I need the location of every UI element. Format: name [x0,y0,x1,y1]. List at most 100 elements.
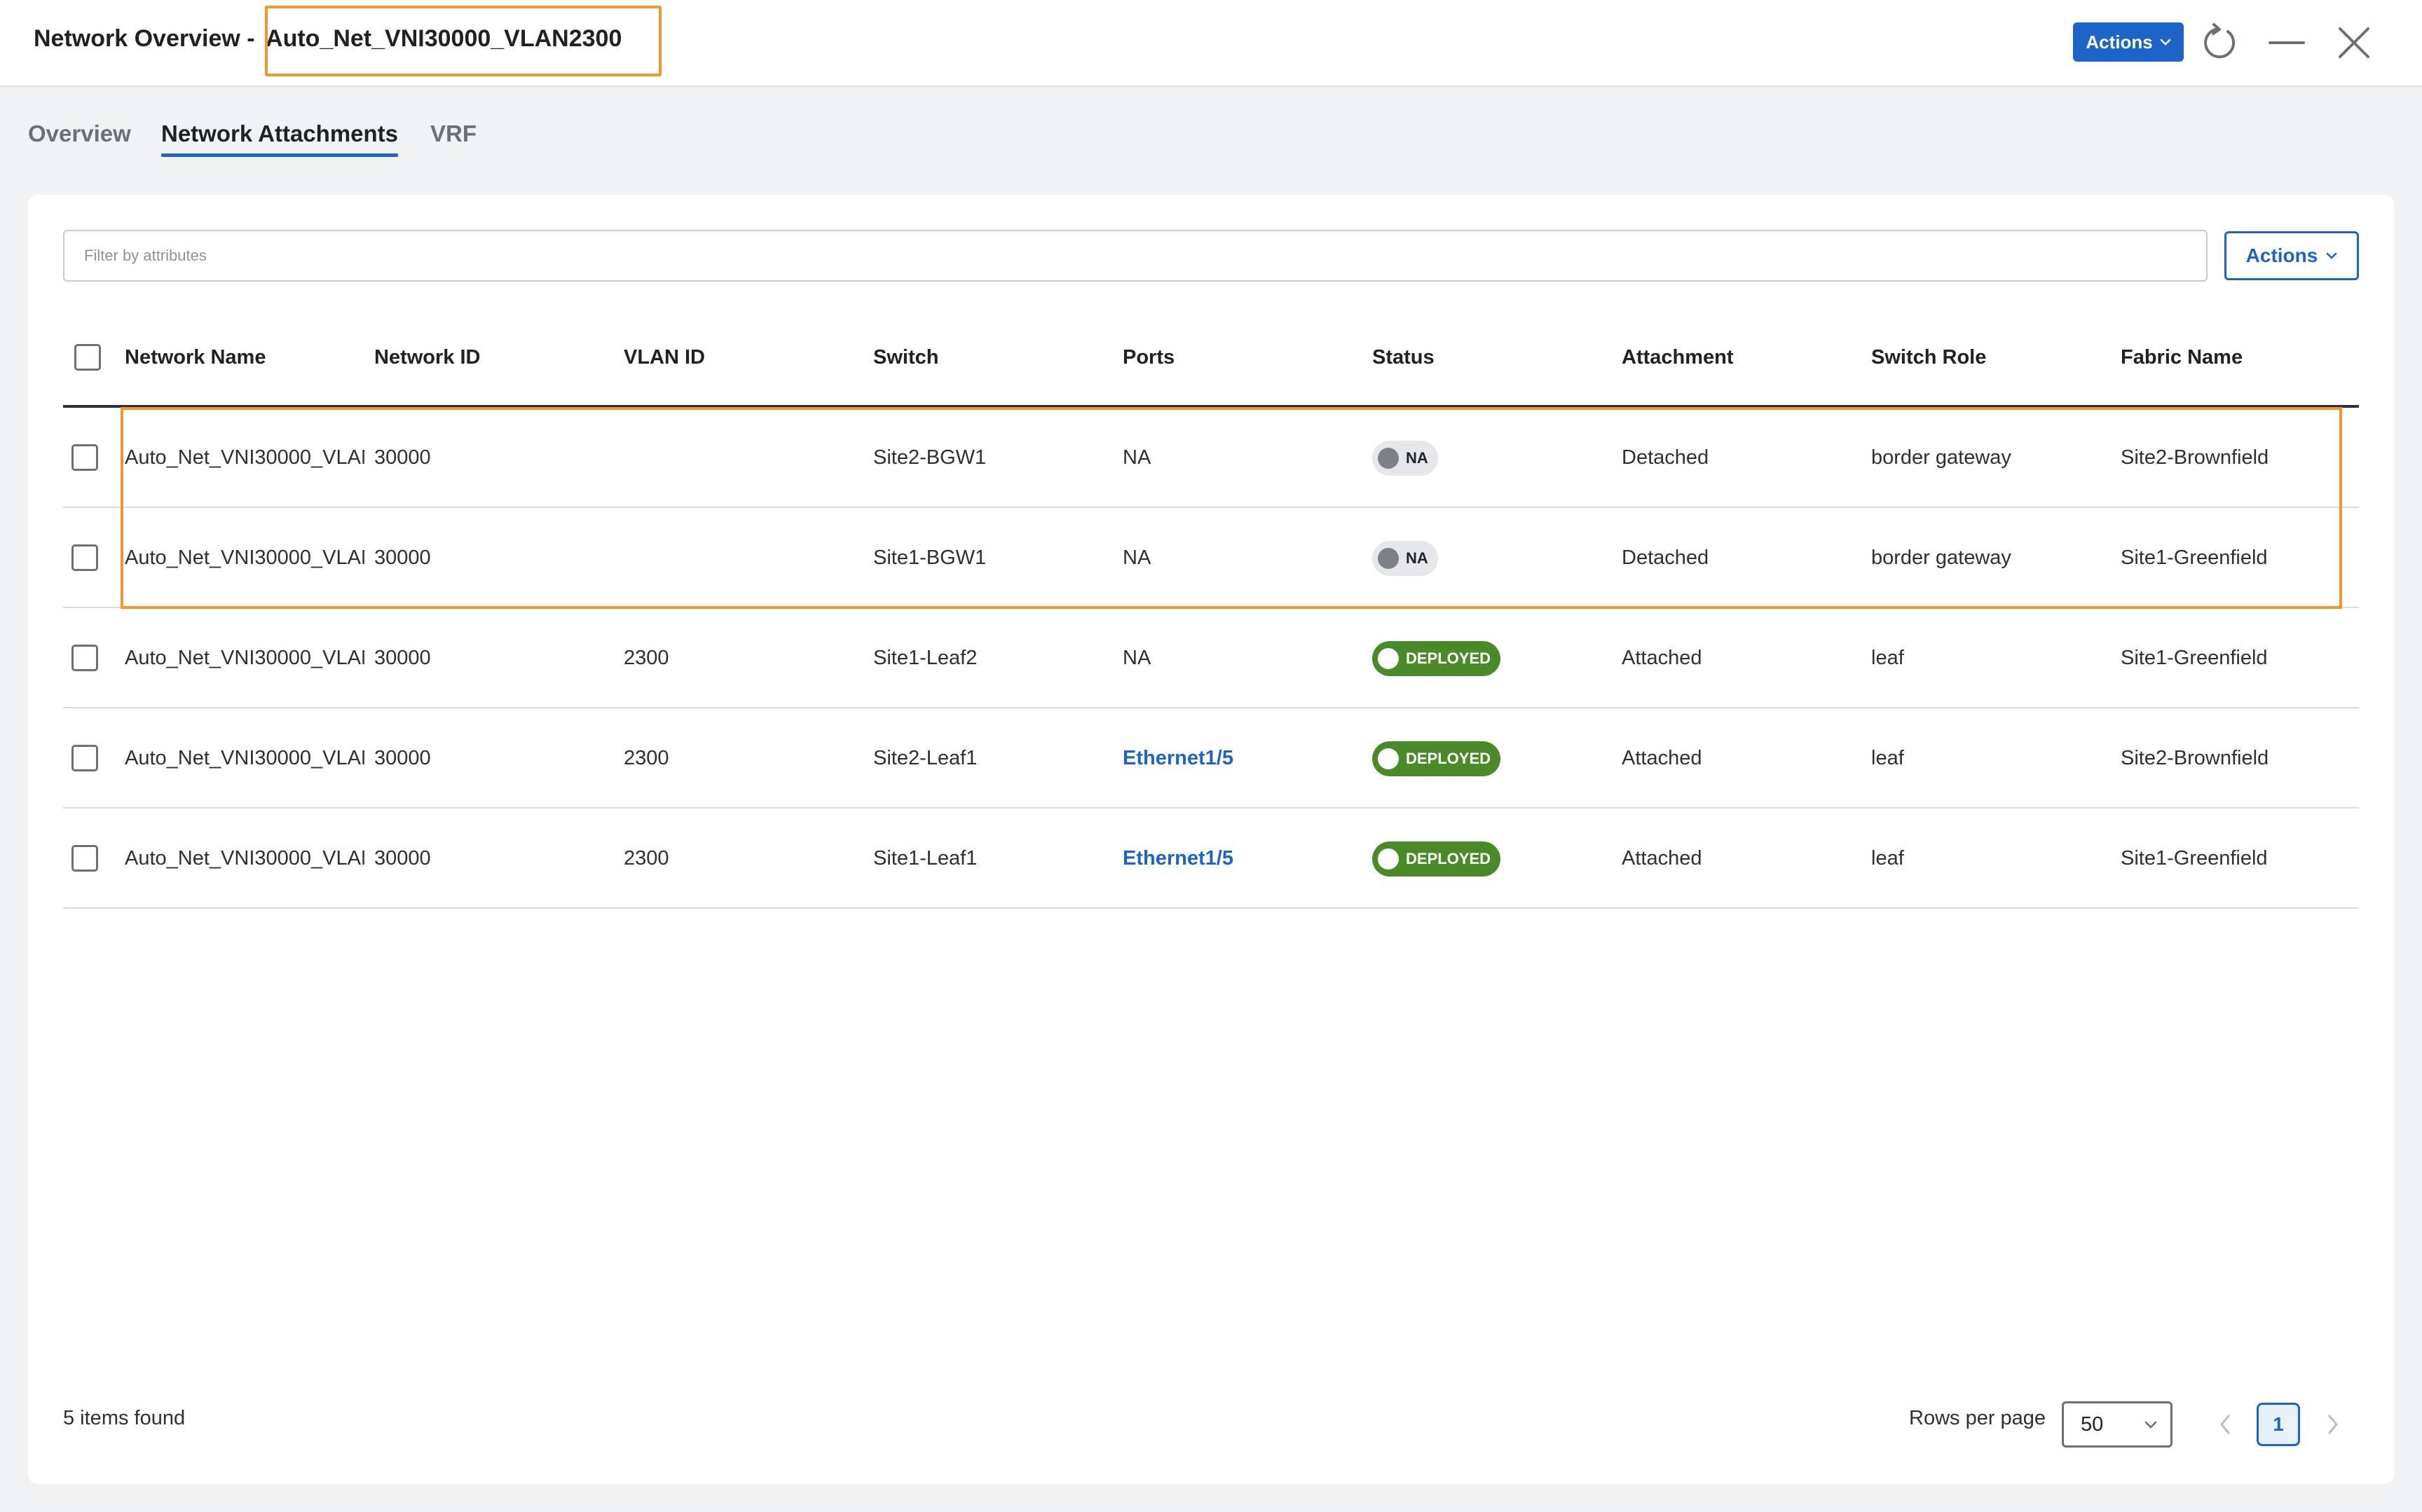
ports-link[interactable]: Ethernet1/5 [1123,708,1233,809]
status-badge: DEPLOYED [1372,741,1501,776]
cell-switch: Site2-Leaf1 [873,747,978,769]
tab-overview[interactable]: Overview [28,121,131,157]
status-badge-label: DEPLOYED [1406,849,1491,867]
table-row[interactable]: Auto_Net_VNI30000_VLAN2300 30000 2300 Si… [63,708,2359,809]
chevron-down-icon [2327,252,2337,259]
cell-network-name: Auto_Net_VNI30000_VLAN2300 [125,647,364,669]
cell-network-id: 30000 [374,647,431,669]
network-name-title: Auto_Net_VNI30000_VLAN2300 [266,25,622,52]
status-badge-label: DEPLOYED [1406,749,1491,767]
cell-switch-role: leaf [1871,647,1904,669]
cell-switch: Site1-BGW1 [873,547,987,569]
minimize-icon[interactable] [2265,21,2308,64]
close-icon[interactable] [2332,21,2376,64]
column-header-network-name[interactable]: Network Name [125,307,266,408]
status-dot-icon [1378,748,1399,769]
cell-network-name: Auto_Net_VNI30000_VLAN2300 [125,547,364,569]
page-title-prefix: Network Overview - [34,25,255,52]
tab-vrf[interactable]: VRF [430,121,477,157]
cell-status: NA [1372,508,1438,608]
cell-fabric-name: Site2-Brownfield [2121,446,2269,469]
rows-per-page-select[interactable]: 50 [2062,1401,2173,1448]
chevron-down-icon [2160,39,2170,46]
cell-attachment: Attached [1622,647,1702,669]
cell-vlan-id: 2300 [624,847,669,870]
status-badge: DEPLOYED [1372,841,1501,877]
cell-switch-role: border gateway [1871,446,2011,469]
cell-status: DEPLOYED [1372,809,1501,909]
column-header-switch[interactable]: Switch [873,307,938,408]
rows-per-page-value: 50 [2081,1413,2104,1436]
ports-link[interactable]: Ethernet1/5 [1123,809,1233,909]
cell-switch-role: border gateway [1871,547,2011,569]
row-checkbox[interactable] [71,645,98,671]
table-row[interactable]: Auto_Net_VNI30000_VLAN2300 30000 Site1-B… [63,508,2359,608]
cell-network-id: 30000 [374,446,431,469]
cell-network-name: Auto_Net_VNI30000_VLAN2300 [125,747,364,769]
row-checkbox[interactable] [71,845,98,872]
page-title: Network Overview - Auto_Net_VNI30000_VLA… [34,25,622,53]
cell-vlan-id: 2300 [624,647,669,669]
status-dot-icon [1378,447,1399,469]
attachments-card: Filter by attributes Actions Network Nam… [28,195,2394,1484]
chevron-left-icon [2220,1415,2230,1434]
status-badge: DEPLOYED [1372,640,1501,676]
column-header-fabric-name[interactable]: Fabric Name [2121,307,2243,408]
status-dot-icon [1378,848,1399,870]
cell-ports: NA [1123,547,1151,569]
tab-network-attachments[interactable]: Network Attachments [161,121,399,157]
column-header-status[interactable]: Status [1372,307,1435,408]
previous-page-button[interactable] [2208,1404,2243,1445]
cell-switch: Site2-BGW1 [873,446,987,469]
cell-switch: Site1-Leaf1 [873,847,978,870]
column-header-ports[interactable]: Ports [1123,307,1175,408]
row-checkbox[interactable] [71,745,98,771]
table-actions-button[interactable]: Actions [2224,231,2359,280]
cell-attachment: Attached [1622,847,1702,870]
cell-network-name: Auto_Net_VNI30000_VLAN2300 [125,847,364,870]
column-header-vlan-id[interactable]: VLAN ID [624,307,705,408]
cell-status: DEPLOYED [1372,608,1501,708]
row-checkbox[interactable] [71,444,98,471]
table-row[interactable]: Auto_Net_VNI30000_VLAN2300 30000 2300 Si… [63,608,2359,708]
items-found-text: 5 items found [63,1407,186,1429]
column-header-switch-role[interactable]: Switch Role [1871,307,1986,408]
chevron-down-icon [2144,1421,2157,1429]
cell-network-id: 30000 [374,847,431,870]
chevron-right-icon [2328,1415,2338,1434]
row-checkbox[interactable] [71,544,98,571]
status-badge: NA [1372,540,1438,576]
header-bar: Network Overview - Auto_Net_VNI30000_VLA… [0,0,2422,87]
cell-network-id: 30000 [374,547,431,569]
cell-fabric-name: Site1-Greenfield [2121,647,2268,669]
cell-attachment: Attached [1622,747,1702,769]
cell-network-name: Auto_Net_VNI30000_VLAN2300 [125,446,364,469]
cell-status: DEPLOYED [1372,708,1501,809]
page-number-button[interactable]: 1 [2257,1403,2300,1446]
status-badge-label: NA [1406,549,1428,567]
filter-input[interactable]: Filter by attributes [63,230,2208,282]
table-row[interactable]: Auto_Net_VNI30000_VLAN2300 30000 Site2-B… [63,408,2359,508]
table-actions-label: Actions [2245,245,2318,266]
status-badge-label: NA [1406,448,1428,467]
cell-network-id: 30000 [374,747,431,769]
column-header-network-id[interactable]: Network ID [374,307,480,408]
select-all-checkbox[interactable] [74,344,101,371]
rows-per-page-label: Rows per page [1909,1407,2046,1429]
cell-fabric-name: Site1-Greenfield [2121,547,2268,569]
status-badge: NA [1372,440,1438,476]
cell-fabric-name: Site2-Brownfield [2121,747,2269,769]
cell-ports: NA [1123,647,1151,669]
table-header: Network Name Network ID VLAN ID Switch P… [63,307,2359,408]
status-dot-icon [1378,547,1399,569]
refresh-icon[interactable] [2198,21,2241,64]
cell-vlan-id: 2300 [624,747,669,769]
header-actions-label: Actions [2086,31,2153,53]
cell-status: NA [1372,408,1438,508]
column-header-attachment[interactable]: Attachment [1622,307,1734,408]
header-actions-button[interactable]: Actions [2073,22,2184,62]
next-page-button[interactable] [2315,1404,2351,1445]
cell-fabric-name: Site1-Greenfield [2121,847,2268,870]
attachments-table: Network Name Network ID VLAN ID Switch P… [63,307,2359,909]
table-row[interactable]: Auto_Net_VNI30000_VLAN2300 30000 2300 Si… [63,809,2359,909]
